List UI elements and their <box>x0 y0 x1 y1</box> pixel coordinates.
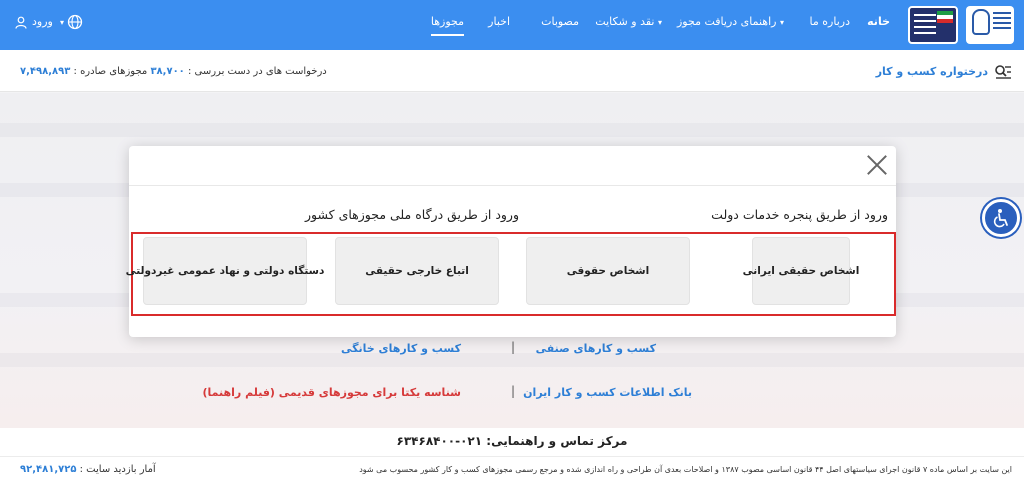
business-bank-link[interactable]: بانک اطلاعات کسب و کار ایران <box>523 386 692 399</box>
guild-business-link[interactable]: کسب و کارهای صنفی <box>536 342 656 355</box>
iranian-individuals-button[interactable]: اشخاص حقیقی ایرانی <box>743 237 859 305</box>
government-emblem-logo[interactable] <box>966 6 1014 44</box>
pending-label: درخواست های در دست بررسی : <box>187 66 327 77</box>
film-guide-link[interactable]: (فیلم راهنما) <box>203 386 275 399</box>
license-stats: درخواست های در دست بررسی : ۳۸,۷۰۰ مجوزها… <box>20 66 327 77</box>
login-link[interactable]: ورود <box>32 15 53 28</box>
tree-search-icon[interactable] <box>994 64 1012 80</box>
link-separator: | <box>511 340 516 354</box>
visits-label: آمار بازدید سایت : <box>79 464 156 475</box>
chevron-down-icon: ▾ <box>779 18 784 27</box>
footer-legal-text: این سایت بر اساس ماده ۷ قانون اجرای سیاس… <box>359 465 1012 474</box>
nav-home[interactable]: خانه <box>867 15 890 28</box>
link-separator: | <box>511 384 516 398</box>
pending-value: ۳۸,۷۰۰ <box>150 66 185 77</box>
modal-header <box>129 146 896 186</box>
chevron-down-icon: ▾ <box>657 18 662 27</box>
language-caret-icon[interactable]: ▾ <box>60 18 64 27</box>
nav-news[interactable]: اخبار <box>488 15 510 28</box>
business-tree-link[interactable]: درختواره کسب و کار <box>876 65 988 78</box>
nav-approvals[interactable]: مصوبات <box>541 15 579 28</box>
unique-id-row: شناسه یکتا برای مجوزهای قدیمی (فیلم راهن… <box>203 386 461 399</box>
portal-logo[interactable] <box>908 6 958 44</box>
nav-complaint[interactable]: نقد و شکایت ▾ <box>595 15 662 28</box>
visit-stats: آمار بازدید سایت : ۹۲,۴۸۱,۷۲۵ <box>20 464 156 475</box>
accessibility-icon <box>993 209 1008 228</box>
legal-entities-button[interactable]: اشخاص حقوقی <box>526 237 690 305</box>
login-modal: ورود از طریق پنجره خدمات دولت ورود از طر… <box>126 146 896 337</box>
nav-complaint-label: نقد و شکایت <box>595 15 655 28</box>
gov-window-title: ورود از طریق پنجره خدمات دولت <box>711 207 888 222</box>
globe-icon[interactable] <box>67 14 83 30</box>
foreign-individuals-button[interactable]: اتباع خارجی حقیقی <box>335 237 499 305</box>
visits-value: ۹۲,۴۸۱,۷۲۵ <box>20 464 77 475</box>
nav-guide-label: راهنمای دریافت مجوز <box>677 15 777 28</box>
nav-about[interactable]: درباره ما <box>810 15 850 28</box>
top-navbar: خانه درباره ما راهنمای دریافت مجوز ▾ نقد… <box>0 0 1024 50</box>
nav-guide[interactable]: راهنمای دریافت مجوز ▾ <box>677 15 784 28</box>
issued-value: ۷,۴۹۸,۸۹۳ <box>20 66 71 77</box>
accessibility-button[interactable] <box>982 199 1020 237</box>
close-icon[interactable] <box>866 154 888 176</box>
home-business-link[interactable]: کسب و کارهای خانگی <box>341 342 461 355</box>
unique-id-link[interactable]: شناسه یکتا برای مجوزهای قدیمی <box>279 386 461 399</box>
info-bar: درختواره کسب و کار درخواست های در دست بر… <box>0 50 1024 92</box>
issued-label: مجوزهای صادره : <box>73 66 148 77</box>
government-agencies-button[interactable]: دستگاه دولتی و نهاد عمومی غیردولتی <box>126 237 324 305</box>
contact-center: مرکز تماس و راهنمایی: ۰۲۱-۶۳۴۶۸۴۰۰ <box>0 428 1024 456</box>
national-portal-title: ورود از طریق درگاه ملی مجوزهای کشور <box>305 207 519 222</box>
nav-licenses[interactable]: مجوزها <box>430 15 464 36</box>
user-icon[interactable] <box>15 16 27 29</box>
footer: این سایت بر اساس ماده ۷ قانون اجرای سیاس… <box>0 456 1024 482</box>
